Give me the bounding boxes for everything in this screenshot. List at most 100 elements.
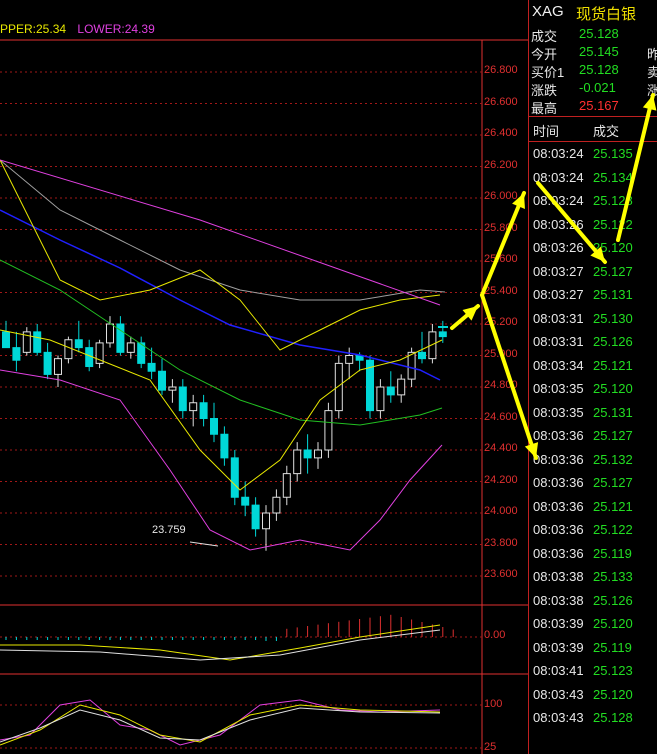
candle-body bbox=[54, 358, 62, 375]
chart-canvas bbox=[0, 39, 528, 754]
candle-body bbox=[282, 473, 291, 498]
tick-row: 08:03:27 25.131 bbox=[529, 287, 657, 310]
tick-row: 08:03:43 25.128 bbox=[529, 710, 657, 733]
tick-row: 08:03:36 25.127 bbox=[529, 475, 657, 498]
candle-body bbox=[293, 449, 302, 475]
tick-time: 08:03:36 bbox=[533, 475, 584, 490]
tick-time: 08:03:43 bbox=[533, 686, 584, 702]
tick-price: 25.134 bbox=[593, 169, 633, 185]
quote-row: 今开 25.145 昨 bbox=[529, 44, 657, 62]
symbol-name: 现货白银 bbox=[576, 6, 637, 23]
candle-body bbox=[241, 496, 250, 506]
tick-row: 08:03:24 25.134 bbox=[529, 170, 657, 193]
tick-price: 25.127 bbox=[593, 263, 633, 279]
candle-body bbox=[210, 418, 218, 435]
price-axis-tick: 26.800 bbox=[484, 64, 518, 76]
price-axis-tick: 24.400 bbox=[484, 442, 518, 454]
tick-price: 25.122 bbox=[593, 522, 633, 537]
tick-time: 08:03:36 bbox=[533, 451, 584, 467]
candle-body bbox=[12, 347, 21, 361]
tick-row: 08:03:39 25.120 bbox=[529, 616, 657, 639]
candle-body bbox=[272, 496, 281, 514]
tick-price: 25.126 bbox=[593, 592, 633, 608]
tick-price-header: 成交 bbox=[593, 124, 620, 139]
candle-body bbox=[33, 331, 42, 353]
candle-body bbox=[230, 457, 239, 498]
quote-row: 成交 25.128 bbox=[529, 26, 657, 44]
quote-label: 买价1 bbox=[531, 65, 565, 80]
price-axis-tick: 25.400 bbox=[484, 284, 518, 297]
candle-body bbox=[126, 342, 135, 353]
quote-row: 最高 25.167 bbox=[529, 98, 657, 116]
macd-dif bbox=[0, 624, 441, 661]
tick-row: 08:03:39 25.119 bbox=[529, 640, 657, 663]
candle-body bbox=[438, 331, 447, 338]
low-price-marker: 23.759 bbox=[152, 524, 186, 536]
tick-price: 25.120 bbox=[593, 616, 633, 631]
tick-row: 08:03:26 25.120 bbox=[529, 240, 657, 263]
tick-row: 08:03:27 25.127 bbox=[529, 264, 657, 287]
tick-price: 25.120 bbox=[593, 686, 633, 702]
tick-price: 25.128 bbox=[593, 710, 633, 725]
tick-price: 25.132 bbox=[593, 451, 633, 467]
tick-price: 25.127 bbox=[593, 475, 633, 490]
quote-label: 最高 bbox=[531, 101, 558, 116]
tick-time: 08:03:24 bbox=[533, 193, 584, 208]
tick-row: 08:03:34 25.121 bbox=[529, 358, 657, 381]
tick-time: 08:03:36 bbox=[533, 545, 584, 561]
tick-table-header: 时间 成交 bbox=[529, 116, 657, 142]
candle-body bbox=[189, 402, 198, 412]
candle-body bbox=[418, 351, 426, 360]
kdj-d bbox=[0, 707, 441, 743]
price-axis-tick: 25.000 bbox=[484, 347, 518, 360]
quote-label: 成交 bbox=[531, 29, 558, 44]
quote-value: 25.128 bbox=[579, 26, 619, 41]
price-axis-tick: 24.200 bbox=[484, 473, 518, 486]
tick-time: 08:03:41 bbox=[533, 663, 584, 678]
quote-value: -0.021 bbox=[579, 80, 616, 95]
candle-body bbox=[220, 433, 229, 459]
candle-body bbox=[386, 386, 395, 396]
tick-time: 08:03:24 bbox=[533, 146, 584, 161]
quote-value: 25.167 bbox=[579, 98, 619, 113]
tick-time: 08:03:26 bbox=[533, 216, 584, 232]
tick-time: 08:03:24 bbox=[533, 169, 584, 185]
upper-band-label: PPER:25.34 bbox=[0, 22, 67, 36]
tick-price: 25.127 bbox=[593, 428, 633, 443]
quote-row: 涨跌 -0.021 涨 bbox=[529, 80, 657, 98]
price-axis-tick: 24.000 bbox=[484, 505, 518, 517]
candle-body bbox=[43, 351, 52, 375]
tick-price: 25.126 bbox=[593, 334, 633, 349]
tick-row: 08:03:41 25.123 bbox=[529, 663, 657, 686]
price-axis-tick: 26.600 bbox=[484, 95, 518, 108]
tick-time: 08:03:36 bbox=[533, 498, 584, 514]
tick-price: 25.131 bbox=[593, 404, 633, 420]
tick-time: 08:03:27 bbox=[533, 287, 584, 302]
tick-time: 08:03:35 bbox=[533, 404, 584, 420]
kdj-top-label: 100 bbox=[484, 698, 503, 710]
tick-price: 25.131 bbox=[593, 287, 633, 302]
candle-body bbox=[2, 331, 10, 349]
tick-row: 08:03:36 25.121 bbox=[529, 499, 657, 522]
tick-price: 25.135 bbox=[593, 146, 633, 161]
tick-price: 25.119 bbox=[593, 639, 632, 655]
price-axis-tick: 26.200 bbox=[484, 158, 518, 171]
candle-body bbox=[303, 449, 312, 459]
candlestick-chart[interactable]: PPER:25.34 LOWER:24.39 26.800 26.600 26.40… bbox=[0, 0, 528, 754]
candle-body bbox=[334, 362, 343, 412]
low-marker-line bbox=[189, 541, 219, 547]
tick-row: 08:03:38 25.126 bbox=[529, 593, 657, 616]
tick-time: 08:03:38 bbox=[533, 592, 584, 608]
candle-body bbox=[345, 355, 354, 364]
candle-body bbox=[324, 410, 333, 451]
tick-row: 08:03:36 25.132 bbox=[529, 452, 657, 475]
tick-row: 08:03:35 25.120 bbox=[529, 381, 657, 404]
price-axis-tick: 24.600 bbox=[484, 410, 518, 423]
tick-time: 08:03:31 bbox=[533, 310, 584, 326]
kdj-j bbox=[0, 699, 441, 746]
tick-price: 25.123 bbox=[593, 663, 633, 678]
candle-body bbox=[178, 386, 187, 412]
quote-value: 25.145 bbox=[579, 44, 619, 59]
tick-time: 08:03:31 bbox=[533, 334, 584, 349]
candle-body bbox=[158, 370, 166, 391]
